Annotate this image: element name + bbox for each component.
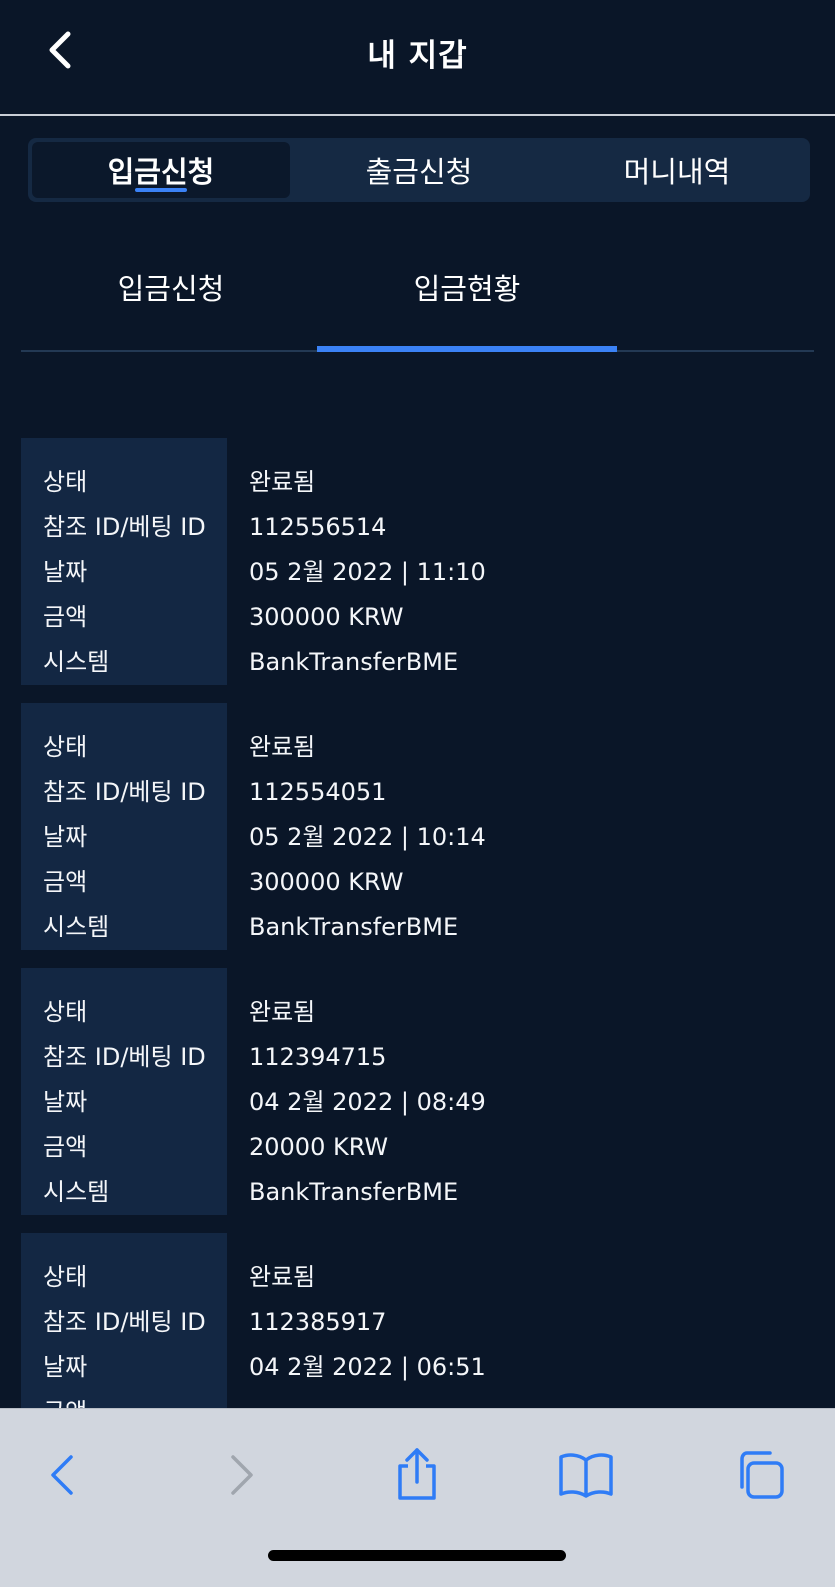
label-system: 시스템 — [43, 1178, 110, 1206]
value-date: 05 2월 2022 | 10:14 — [249, 823, 486, 851]
subtab-deposit-status[interactable]: 입금현황 — [317, 240, 617, 352]
deposit-record: 상태 참조 ID/베팅 ID 날짜 금액 시스템 완료됨 112556514 0… — [21, 438, 814, 685]
header: 내 지갑 — [0, 0, 835, 116]
record-labels: 상태 참조 ID/베팅 ID 날짜 금액 시스템 — [21, 1233, 227, 1408]
value-status: 완료됨 — [249, 733, 316, 761]
value-amount: 20000 KRW — [249, 1133, 389, 1161]
value-system: BankTransferBME — [249, 1178, 459, 1206]
label-date: 날짜 — [43, 558, 88, 586]
record-values: 완료됨 112385917 04 2월 2022 | 06:51 — [227, 1233, 814, 1408]
label-status: 상태 — [43, 1263, 88, 1291]
label-date: 날짜 — [43, 823, 88, 851]
tab-deposit-request[interactable]: 입금신청 — [32, 142, 290, 198]
value-date: 04 2월 2022 | 08:49 — [249, 1088, 486, 1116]
label-status: 상태 — [43, 733, 88, 761]
label-ref-id: 참조 ID/베팅 ID — [43, 513, 206, 541]
value-ref-id: 112554051 — [249, 778, 387, 806]
label-ref-id: 참조 ID/베팅 ID — [43, 1043, 206, 1071]
record-values: 완료됨 112556514 05 2월 2022 | 11:10 300000 … — [227, 438, 814, 685]
home-indicator[interactable] — [268, 1550, 566, 1561]
tabs-icon — [740, 1451, 784, 1499]
browser-back-button[interactable] — [32, 1445, 92, 1505]
label-amount: 금액 — [43, 868, 88, 896]
share-button[interactable] — [387, 1445, 447, 1505]
bookmarks-button[interactable] — [556, 1445, 616, 1505]
label-system: 시스템 — [43, 648, 110, 676]
sub-tabs: 입금신청 입금현황 — [21, 240, 814, 352]
value-ref-id: 112394715 — [249, 1043, 387, 1071]
value-status: 완료됨 — [249, 468, 316, 496]
label-status: 상태 — [43, 998, 88, 1026]
label-status: 상태 — [43, 468, 88, 496]
label-amount: 금액 — [43, 603, 88, 631]
record-values: 완료됨 112394715 04 2월 2022 | 08:49 20000 K… — [227, 968, 814, 1215]
chevron-right-icon — [231, 1455, 253, 1495]
value-date: 04 2월 2022 | 06:51 — [249, 1353, 486, 1381]
value-date: 05 2월 2022 | 11:10 — [249, 558, 486, 586]
tab-withdraw-request[interactable]: 출금신청 — [290, 142, 548, 198]
value-status: 완료됨 — [249, 1263, 316, 1291]
share-icon — [398, 1448, 436, 1500]
value-status: 완료됨 — [249, 998, 316, 1026]
value-ref-id: 112556514 — [249, 513, 387, 541]
value-ref-id: 112385917 — [249, 1308, 387, 1336]
record-labels: 상태 참조 ID/베팅 ID 날짜 금액 시스템 — [21, 968, 227, 1215]
record-values: 완료됨 112554051 05 2월 2022 | 10:14 300000 … — [227, 703, 814, 950]
tab-money-history[interactable]: 머니내역 — [548, 142, 806, 198]
label-ref-id: 참조 ID/베팅 ID — [43, 778, 206, 806]
record-labels: 상태 참조 ID/베팅 ID 날짜 금액 시스템 — [21, 703, 227, 950]
deposit-record: 상태 참조 ID/베팅 ID 날짜 금액 시스템 완료됨 112554051 0… — [21, 703, 814, 950]
page-title: 내 지갑 — [367, 38, 468, 74]
label-amount: 금액 — [43, 1133, 88, 1161]
book-icon — [559, 1453, 613, 1498]
value-amount: 300000 KRW — [249, 868, 404, 896]
deposit-record: 상태 참조 ID/베팅 ID 날짜 금액 시스템 완료됨 112394715 0… — [21, 968, 814, 1215]
chevron-left-icon — [51, 1455, 73, 1495]
main-tabs: 입금신청 출금신청 머니내역 — [28, 138, 810, 202]
value-system: BankTransferBME — [249, 913, 459, 941]
subtab-deposit-request[interactable]: 입금신청 — [21, 240, 321, 350]
deposit-records-list: 상태 참조 ID/베팅 ID 날짜 금액 시스템 완료됨 112556514 0… — [21, 438, 814, 1408]
tabs-button[interactable] — [730, 1445, 790, 1505]
label-system: 시스템 — [43, 913, 110, 941]
value-amount — [249, 1390, 814, 1408]
label-date: 날짜 — [43, 1088, 88, 1116]
value-amount: 300000 KRW — [249, 603, 404, 631]
label-date: 날짜 — [43, 1353, 88, 1381]
label-amount: 금액 — [43, 1390, 227, 1408]
app-screen: 내 지갑 입금신청 출금신청 머니내역 입금신청 입금현황 상태 참조 ID/베… — [0, 0, 835, 1408]
browser-forward-button[interactable] — [212, 1445, 272, 1505]
record-labels: 상태 참조 ID/베팅 ID 날짜 금액 시스템 — [21, 438, 227, 685]
value-system: BankTransferBME — [249, 648, 459, 676]
label-ref-id: 참조 ID/베팅 ID — [43, 1308, 206, 1336]
deposit-record: 상태 참조 ID/베팅 ID 날짜 금액 시스템 완료됨 112385917 0… — [21, 1233, 814, 1408]
